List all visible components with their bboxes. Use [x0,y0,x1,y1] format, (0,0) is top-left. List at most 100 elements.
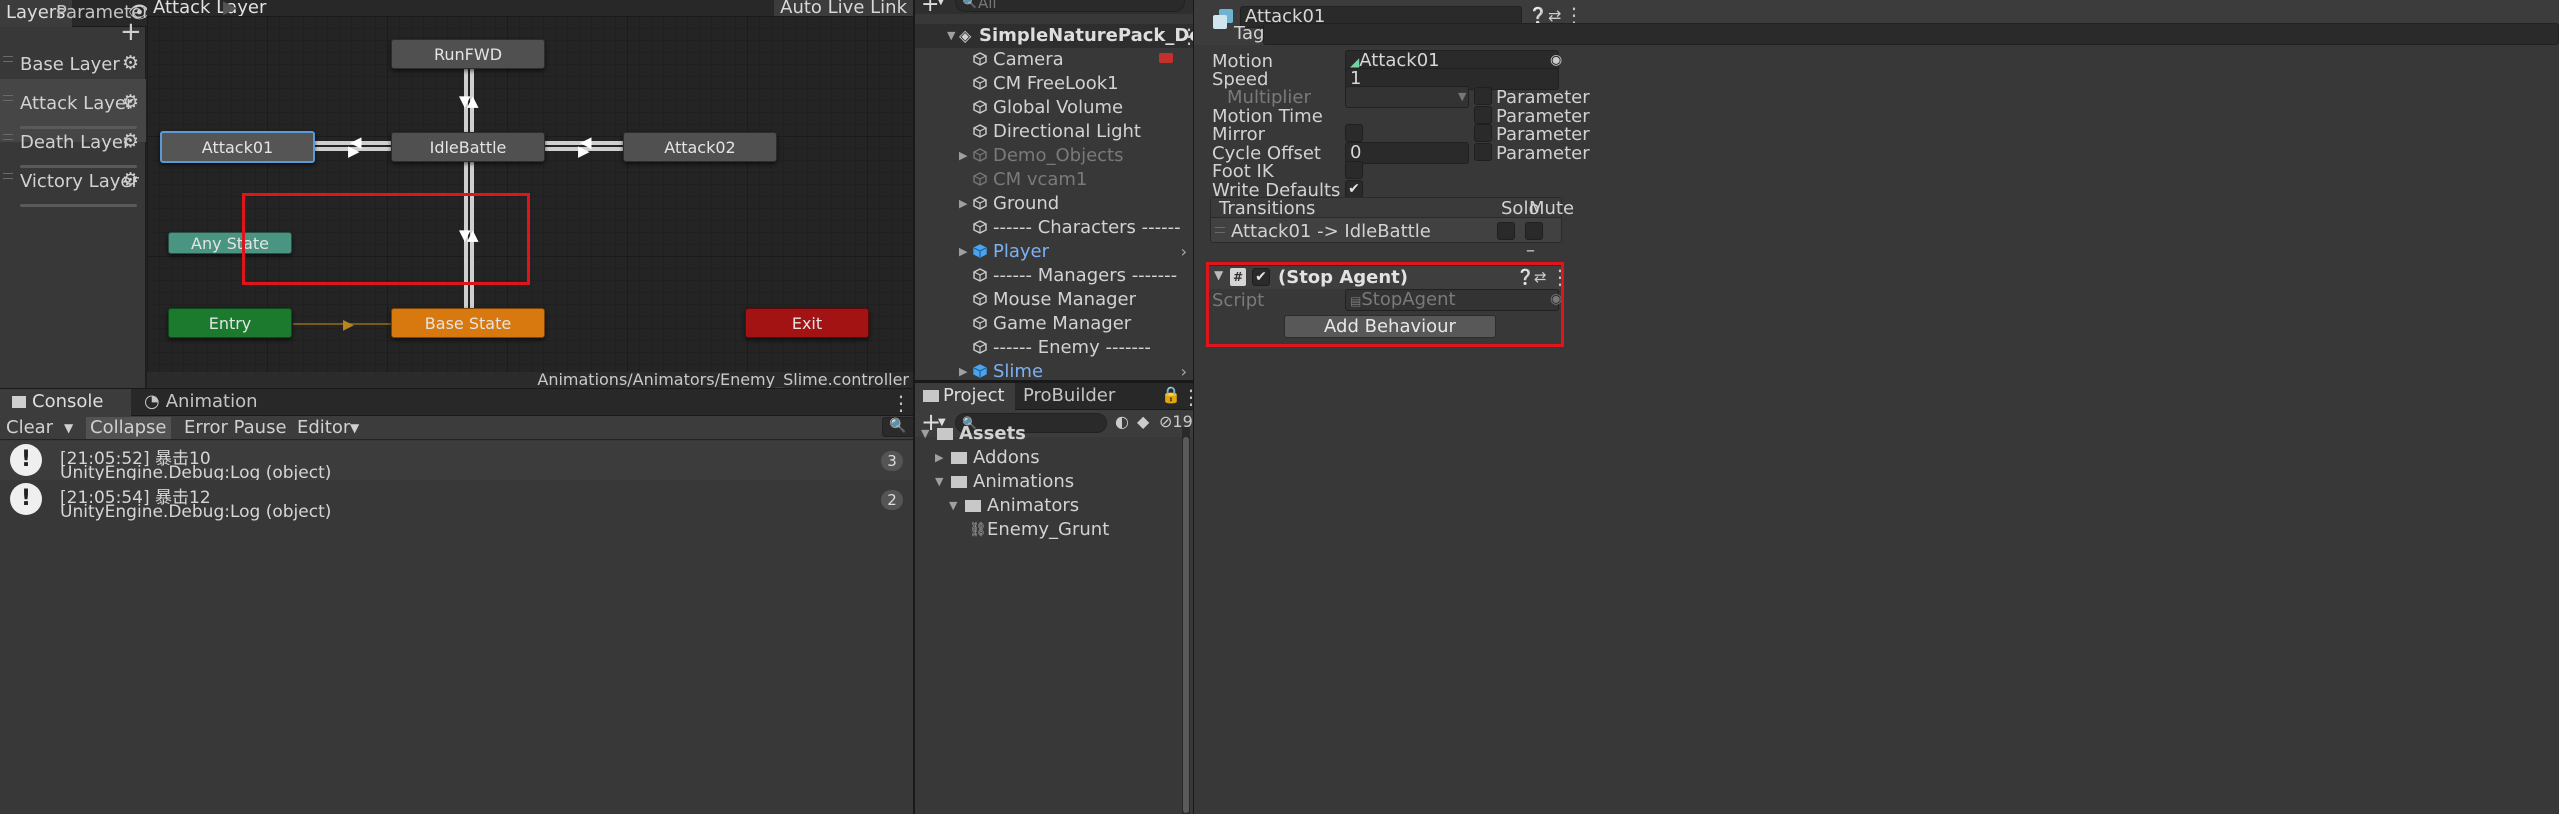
tab-animation-label: Animation [165,391,258,412]
lock-icon[interactable]: 🔒 [1161,385,1181,404]
tree-item-animations[interactable]: ▼ Animations [915,470,1193,494]
hierarchy-item[interactable]: Camera [915,48,1193,72]
unity-scene-icon: ◈ [959,26,972,45]
tree-item-addons[interactable]: ▶ Addons [915,446,1193,470]
chevron-right-icon[interactable]: › [1181,360,1187,380]
multiplier-parameter-checkbox[interactable] [1474,87,1492,105]
prefab-cube-icon [973,364,987,378]
collapse-toggle[interactable]: Collapse [86,417,171,439]
hierarchy-item-label: ------ Enemy ------- [993,337,1151,358]
drag-handle-icon[interactable] [3,56,13,62]
arrow-right-icon: ▶ [343,317,354,333]
transition-row[interactable]: Attack01 -> IdleBattle [1211,219,1561,243]
hierarchy-search-input[interactable]: 🔍 All [955,0,1185,12]
hierarchy-item-label: CM FreeLook1 [993,73,1119,94]
search-icon: 🔍 [889,418,907,434]
object-picker-icon[interactable]: ◉ [1550,52,1562,68]
state-idlebattle[interactable]: IdleBattle [391,132,545,162]
foot-ik-checkbox[interactable] [1345,161,1363,179]
project-tabbar: Project ProBuilder 🔒 [915,383,1193,410]
layers-list: + Base Layer ⚙ Attack Layer ⚙ Death Laye… [0,17,146,388]
arrow-up-icon: ▲ [467,92,479,110]
drag-handle-icon[interactable] [1215,227,1225,233]
chevron-right-icon[interactable]: › [1181,240,1187,264]
project-scrollbar[interactable] [1182,427,1190,814]
mirror-parameter-checkbox[interactable] [1474,124,1492,142]
tree-item-enemy-grunt[interactable]: ⛓ Enemy_Grunt [915,518,1193,542]
folder-icon [951,452,967,464]
log-entry[interactable]: ! [21:05:52] 暴击10 UnityEngine.Debug:Log … [0,441,913,483]
state-runfwd[interactable]: RunFWD [391,39,545,69]
transitions-title: Transitions [1219,198,1316,219]
tree-item-animators[interactable]: ▼ Animators [915,494,1193,518]
gear-icon[interactable]: ⚙ [122,130,139,152]
hierarchy-item[interactable]: ------ Managers ------- [915,264,1193,288]
motion-time-parameter-checkbox[interactable] [1474,106,1492,124]
drag-handle-icon[interactable] [3,134,13,140]
clear-dropdown-icon[interactable]: ▼ [60,417,77,439]
state-exit[interactable]: Exit [745,308,869,338]
auto-live-link-button[interactable]: Auto Live Link [774,0,913,18]
gameobject-cube-icon [973,100,987,114]
gear-icon[interactable]: ⚙ [122,169,139,191]
hierarchy-item[interactable]: Mouse Manager [915,288,1193,312]
chevron-down-icon[interactable]: ▼ [937,0,945,7]
entry-transition-wire[interactable] [293,323,391,325]
hierarchy-item[interactable]: ------ Enemy ------- [915,336,1193,360]
collapsed-triangle-icon[interactable]: ▶ [959,360,971,380]
hierarchy-item[interactable]: Game Manager [915,312,1193,336]
hierarchy-item[interactable]: Global Volume [915,96,1193,120]
collapsed-triangle-icon[interactable]: ▶ [935,446,947,470]
state-attack02[interactable]: Attack02 [623,132,777,162]
expand-triangle-icon[interactable]: ▼ [921,422,933,446]
hierarchy-item[interactable]: ▶ Player › [915,240,1193,264]
more-options-icon[interactable] [1179,25,1185,47]
parameter-label: Parameter [1496,143,1590,164]
collapsed-triangle-icon[interactable]: ▶ [959,192,971,216]
tag-field[interactable] [1263,23,2559,45]
tree-item-assets[interactable]: ▼ Assets [915,422,1193,446]
gear-icon[interactable]: ⚙ [122,52,139,74]
expand-triangle-icon[interactable]: ▼ [947,24,959,48]
collapsed-triangle-icon[interactable]: ▶ [959,240,971,264]
collapsed-triangle-icon[interactable]: ▶ [959,144,971,168]
state-base-state[interactable]: Base State [391,308,545,338]
hierarchy-item-label: CM vcam1 [993,169,1088,190]
hierarchy-item[interactable]: ▶ Slime › [915,360,1193,380]
tab-project[interactable]: Project [915,383,1015,410]
hierarchy-item[interactable]: Directional Light [915,120,1193,144]
drag-handle-icon[interactable] [3,173,13,179]
more-options-icon[interactable] [891,392,897,414]
mute-checkbox[interactable] [1525,222,1543,240]
expand-triangle-icon[interactable]: ▼ [949,494,961,518]
state-attack01[interactable]: Attack01 [160,131,315,163]
hierarchy-item[interactable]: CM vcam1 [915,168,1193,192]
chevron-down-icon[interactable]: ▼ [346,417,363,439]
scene-row[interactable]: ▼ ◈ SimpleNaturePack_Demo [915,24,1193,48]
clear-button[interactable]: Clear [2,417,57,439]
remove-transition-button[interactable]: – [1526,240,1535,261]
write-defaults-checkbox[interactable]: ✔ [1345,180,1363,198]
hierarchy-item[interactable]: ▶ Ground [915,192,1193,216]
more-options-icon[interactable] [1181,386,1187,408]
cycle-offset-field[interactable]: 0 [1345,142,1469,164]
layer-row-victory[interactable]: Victory Layer ⚙ [0,157,146,220]
error-pause-toggle[interactable]: Error Pause [180,417,291,439]
expand-triangle-icon[interactable]: ▼ [935,470,947,494]
tab-probuilder[interactable]: ProBuilder [1013,383,1125,410]
tab-project-label: Project [943,385,1005,406]
tab-animation[interactable]: ◔ Animation [134,389,268,416]
cycle-offset-parameter-checkbox[interactable] [1474,143,1492,161]
tab-console[interactable]: Console [0,389,131,416]
hierarchy-item[interactable]: CM FreeLook1 [915,72,1193,96]
state-entry[interactable]: Entry [168,308,292,338]
solo-checkbox[interactable] [1497,222,1515,240]
hierarchy-item[interactable]: ------ Characters ------ [915,216,1193,240]
transition-name: Attack01 -> IdleBattle [1231,221,1431,242]
drag-handle-icon[interactable] [3,95,13,101]
gear-icon[interactable]: ⚙ [122,91,139,113]
mirror-checkbox[interactable] [1345,124,1363,142]
scrollbar-thumb[interactable] [1183,437,1189,813]
hierarchy-item[interactable]: ▶ Demo_Objects [915,144,1193,168]
log-entry[interactable]: ! [21:05:54] 暴击12 UnityEngine.Debug:Log … [0,480,913,522]
